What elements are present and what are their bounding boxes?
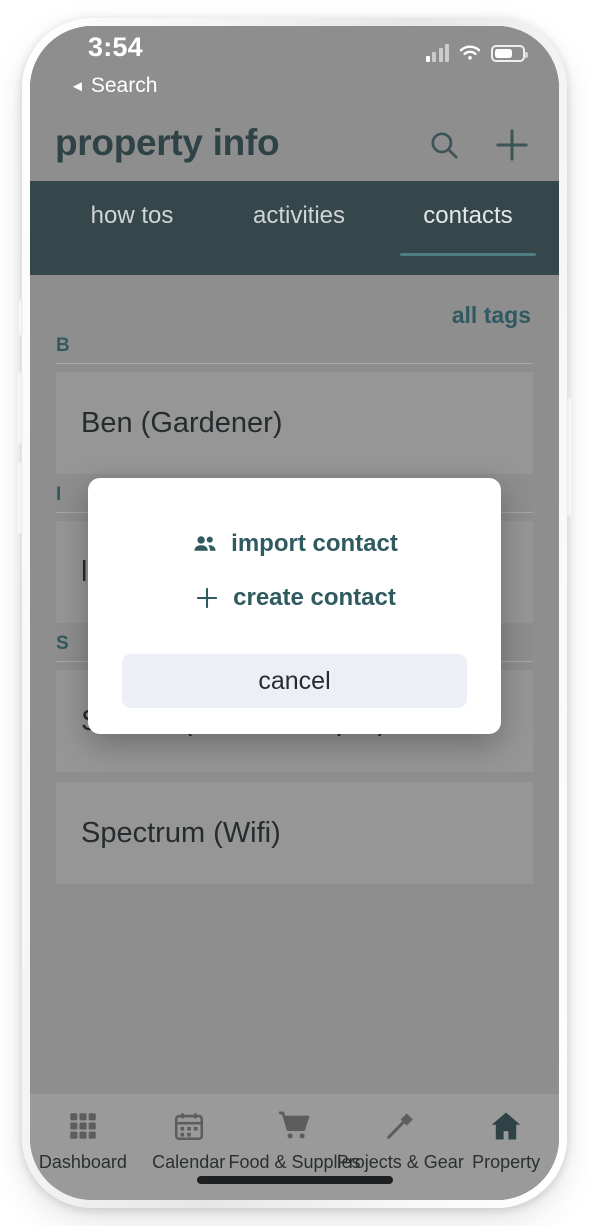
create-contact-button[interactable]: create contact xyxy=(88,572,501,624)
cancel-label: cancel xyxy=(258,666,331,695)
volume-up-button[interactable] xyxy=(18,372,24,444)
create-contact-label: create contact xyxy=(233,584,396,611)
plus-icon xyxy=(193,584,221,612)
import-contact-label: import contact xyxy=(231,530,398,557)
silent-switch[interactable] xyxy=(19,300,24,336)
import-contact-button[interactable]: import contact xyxy=(88,518,501,570)
power-button[interactable] xyxy=(565,398,571,516)
people-icon xyxy=(191,530,219,558)
phone-screen: 3:54 ◄ Search property info how tos acti… xyxy=(30,26,559,1200)
volume-down-button[interactable] xyxy=(18,462,24,534)
cancel-button[interactable]: cancel xyxy=(122,654,467,708)
contact-action-sheet: import contact create contact cancel xyxy=(88,478,501,734)
screenshot-root: 3:54 ◄ Search property info how tos acti… xyxy=(0,0,589,1226)
